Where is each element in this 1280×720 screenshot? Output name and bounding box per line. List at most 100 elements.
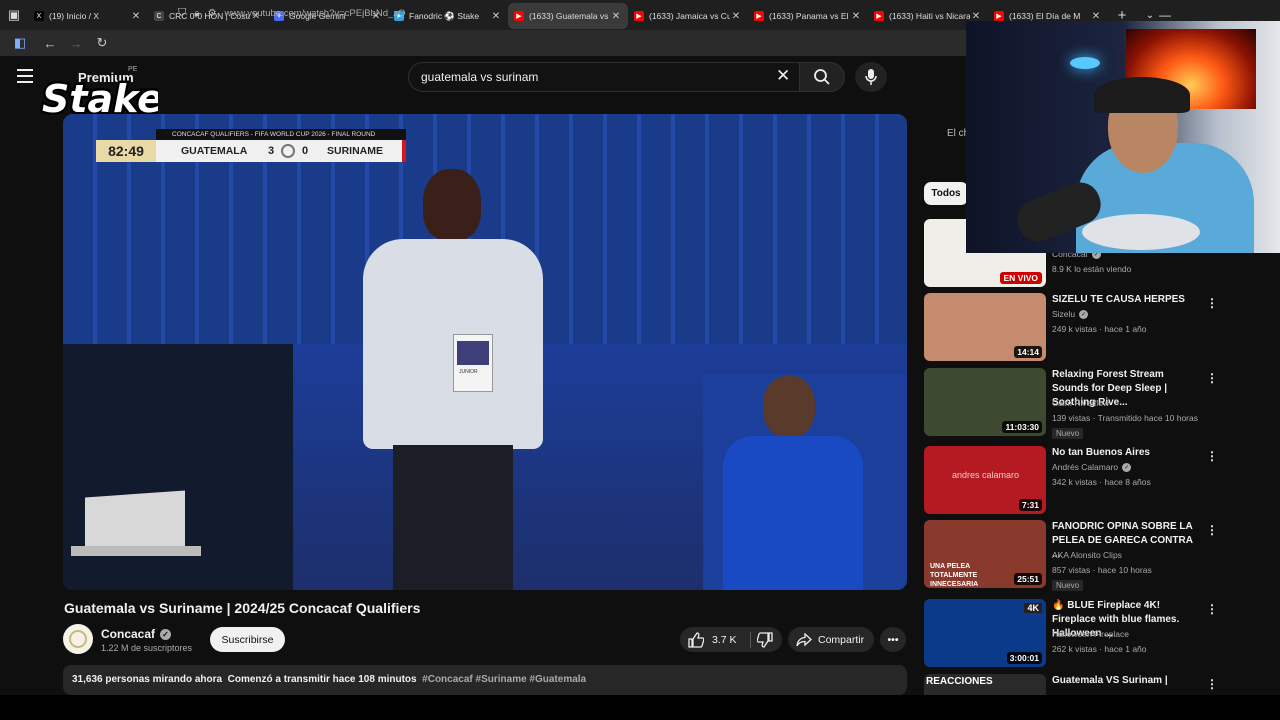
channel-label: Calm Riverflow xyxy=(1052,398,1110,408)
site-settings-icon[interactable]: ⚙︎ xyxy=(208,8,217,19)
tab-5[interactable]: ▶ (1633) Guatemala vs S ✕ xyxy=(508,3,628,29)
youtube-icon: ▶ xyxy=(514,11,524,21)
channel-label: Halloween Fireplace xyxy=(1052,629,1130,639)
verified-icon: ✓ xyxy=(1079,309,1089,319)
video-thumbnail[interactable]: 3:00:01 4K xyxy=(924,599,1046,667)
search-icon xyxy=(814,69,830,85)
recommendation-channel[interactable]: Sizelu ✓ xyxy=(1052,309,1089,319)
more-actions-button[interactable]: ••• xyxy=(880,627,906,652)
more-vert-icon[interactable]: ⋮ xyxy=(1206,296,1218,310)
lock-icon[interactable]: 🔒︎ xyxy=(194,8,199,19)
duration-badge: 25:51 xyxy=(1014,573,1042,585)
youtube-icon: ▶ xyxy=(994,11,1004,21)
live-badge: EN VIVO xyxy=(999,272,1042,284)
tab-label: (1633) Panama vs El Sa xyxy=(769,11,850,21)
4k-badge: 4K xyxy=(1024,603,1042,613)
more-horizontal-icon: ••• xyxy=(887,633,899,646)
close-tab-icon[interactable]: ✕ xyxy=(1090,11,1102,22)
streamer-cap xyxy=(1094,77,1190,113)
tab-label: (1633) Guatemala vs S xyxy=(529,11,610,21)
recommendation-title[interactable]: Guatemala VS Surinam | xyxy=(1052,674,1202,688)
more-vert-icon[interactable]: ⋮ xyxy=(1206,449,1218,463)
video-thumbnail[interactable]: 7:31 andres calamaro xyxy=(924,446,1046,514)
youtube-icon: ▶ xyxy=(874,11,884,21)
close-tab-icon[interactable]: ✕ xyxy=(130,11,142,22)
channel-name[interactable]: Concacaf ✓ xyxy=(101,627,172,641)
recommendation-item[interactable]: 7:31 andres calamaro No tan Buenos Aires An… xyxy=(924,446,1224,516)
voice-search-button[interactable] xyxy=(855,62,887,92)
channel-name-text: Concacaf xyxy=(101,627,156,641)
x-logo-icon: X xyxy=(34,11,44,21)
coach-figure: JUNIOR xyxy=(353,169,553,590)
forward-icon[interactable]: → xyxy=(64,36,88,51)
recommendation-meta: 139 vistas · Transmitido hace 10 horas xyxy=(1052,413,1198,423)
url-text: www.youtube.com/watch?v=cPEjBbNd_zQ xyxy=(224,7,406,19)
like-button[interactable]: 3.7 K xyxy=(680,631,744,648)
blue-lamp xyxy=(1070,57,1100,69)
streamer-webcam xyxy=(966,21,1280,253)
thumbs-down-icon xyxy=(757,631,773,648)
recommendation-channel[interactable]: AKA Alonsito Clips xyxy=(1052,550,1122,560)
menu-icon[interactable] xyxy=(17,69,33,83)
tab-7[interactable]: ▶ (1633) Panama vs El Sa✕ xyxy=(748,3,868,29)
more-vert-icon[interactable]: ⋮ xyxy=(1206,523,1218,537)
recommendation-title[interactable]: SIZELU TE CAUSA HERPES xyxy=(1052,293,1202,307)
away-score: 0 xyxy=(301,145,309,157)
more-vert-icon[interactable]: ⋮ xyxy=(1206,677,1218,691)
screen: ▣ X(19) Inicio / X✕CCRC 0-0 HON | Costa … xyxy=(0,0,1280,720)
tab-actions-icon[interactable]: ▣ xyxy=(0,0,28,30)
tab-4[interactable]: ➤ Fanodric ⚽ Stake ✕ xyxy=(388,3,508,29)
tab-label: (1633) Haiti vs Nicarag xyxy=(889,11,970,21)
clear-search-icon[interactable]: ✕ xyxy=(776,66,790,86)
new-badge: Nuevo xyxy=(1052,428,1084,439)
recommendation-channel[interactable]: Halloween Fireplace xyxy=(1052,629,1129,639)
share-label: Compartir xyxy=(818,633,865,646)
sidebar-toggle-icon[interactable]: ◧ xyxy=(8,35,32,51)
tracking-shield-icon[interactable]: ⛉ xyxy=(178,7,186,20)
video-thumbnail[interactable]: 14:14 xyxy=(924,293,1046,361)
site-icon: C xyxy=(154,11,164,21)
close-tab-icon[interactable]: ✕ xyxy=(610,11,622,22)
recommendation-channel[interactable]: Andrés Calamaro ✓ xyxy=(1052,462,1132,472)
recommendation-item[interactable]: 25:51 UNA PELEA TOTALMENTE INNECESARIA FAN… xyxy=(924,520,1224,591)
reload-icon[interactable]: ↻ xyxy=(90,35,114,51)
close-tab-icon[interactable]: ✕ xyxy=(730,11,742,22)
more-vert-icon[interactable]: ⋮ xyxy=(1206,602,1218,616)
more-vert-icon[interactable]: ⋮ xyxy=(1206,371,1218,385)
scorebug-accent xyxy=(402,140,406,162)
away-team: SURINAME xyxy=(327,145,384,157)
chip-all[interactable]: Todos xyxy=(924,182,968,205)
microphone-icon xyxy=(865,69,877,85)
tab-label: (19) Inicio / X xyxy=(49,11,100,21)
search-button[interactable] xyxy=(799,62,845,92)
back-icon[interactable]: ← xyxy=(38,36,62,51)
video-thumbnail[interactable]: 25:51 UNA PELEA TOTALMENTE INNECESARIA xyxy=(924,520,1046,588)
dislike-button[interactable] xyxy=(757,631,773,648)
recommendation-item[interactable]: 14:14 SIZELU TE CAUSA HERPES Sizelu ✓ 249 k … xyxy=(924,293,1224,363)
duration-badge: 7:31 xyxy=(1018,499,1042,511)
tab-1[interactable]: X (19) Inicio / X ✕ xyxy=(28,3,148,29)
ball-icon xyxy=(281,144,295,158)
tab-6[interactable]: ▶ (1633) Jamaica vs Cura✕ xyxy=(628,3,748,29)
hashtags[interactable]: #Concacaf #Suriname #Guatemala xyxy=(422,674,586,685)
youtube-icon: ▶ xyxy=(634,11,644,21)
description-box[interactable]: 31,636 personas mirando ahora Comenzó a … xyxy=(63,665,907,695)
recommendation-item[interactable]: 3:00:01 4K 🔥 BLUE Fireplace 4K! Fireplace … xyxy=(924,599,1224,669)
url-field[interactable]: ⛉ 🔒︎ ⚙︎ www.youtube.com/watch?v=cPEjBbNd… xyxy=(178,4,405,22)
share-button[interactable]: Compartir xyxy=(788,627,874,652)
channel-avatar[interactable] xyxy=(63,624,93,654)
recommendation-item[interactable]: 11:03:30 Relaxing Forest Stream Sounds fo… xyxy=(924,368,1224,439)
subscribe-button[interactable]: Suscribirse xyxy=(210,627,285,652)
close-tab-icon[interactable]: ✕ xyxy=(850,11,862,22)
close-tab-icon[interactable]: ✕ xyxy=(490,11,502,22)
search-input[interactable]: guatemala vs surinam xyxy=(408,62,800,92)
new-badge: Nuevo xyxy=(1052,580,1084,591)
close-tab-icon[interactable]: ✕ xyxy=(970,11,982,22)
minimize-icon[interactable]: — xyxy=(1142,8,1188,22)
video-thumbnail[interactable]: 11:03:30 xyxy=(924,368,1046,436)
video-player[interactable]: JUNIOR xyxy=(63,114,907,590)
seated-staff-member xyxy=(723,376,863,590)
home-score: 3 xyxy=(267,145,275,157)
recommendation-title[interactable]: No tan Buenos Aires xyxy=(1052,446,1202,460)
recommendation-channel[interactable]: Calm Riverflow xyxy=(1052,398,1109,408)
